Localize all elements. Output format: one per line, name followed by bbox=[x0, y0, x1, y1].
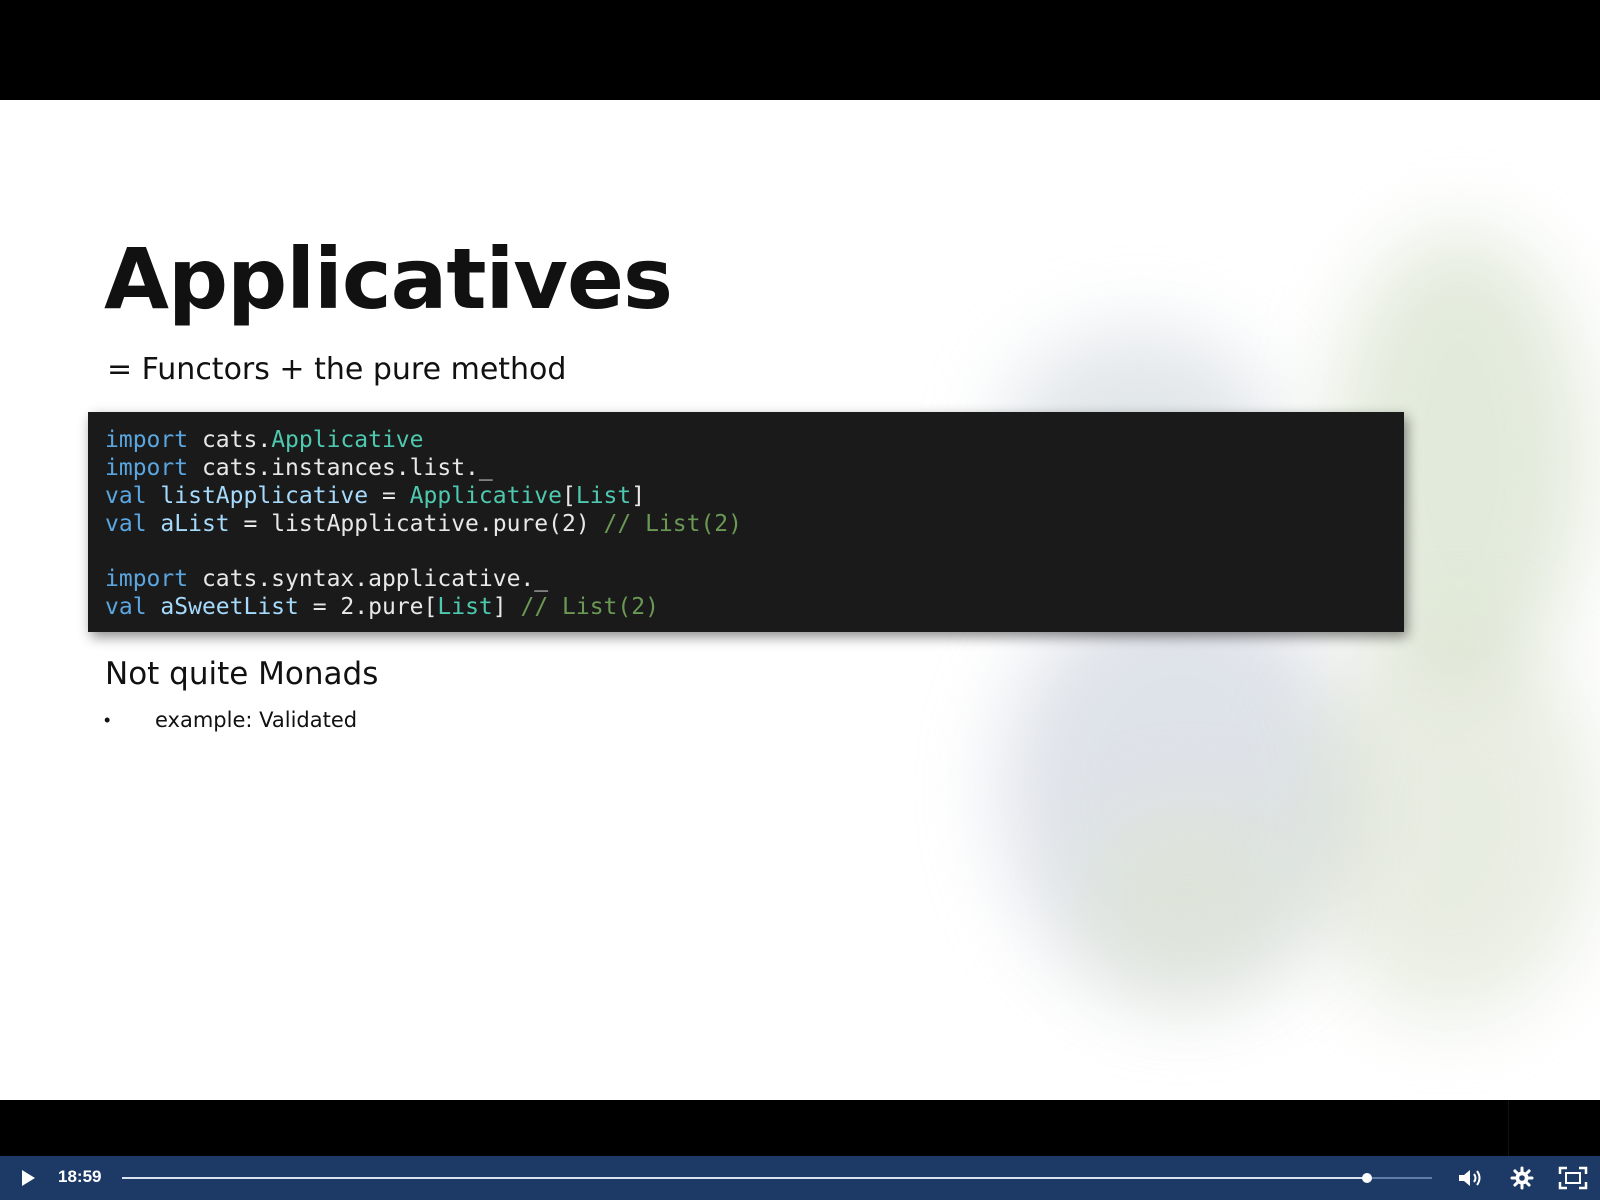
code-line: import cats.instances.list._ bbox=[105, 454, 1404, 482]
bullet-item: example: Validated bbox=[155, 708, 358, 732]
current-time: 18:59 bbox=[58, 1167, 102, 1186]
fullscreen-icon[interactable] bbox=[1558, 1166, 1588, 1190]
code-type: List bbox=[575, 483, 632, 509]
code-text: ] bbox=[492, 594, 521, 620]
code-text: cats. bbox=[188, 427, 272, 453]
code-line: import cats.Applicative bbox=[105, 426, 1404, 454]
player-controls: 18:59 bbox=[0, 1156, 1600, 1200]
code-identifier: aList bbox=[160, 511, 230, 537]
section-heading: Not quite Monads bbox=[105, 656, 379, 692]
code-line: val aList = listApplicative.pure(2) // L… bbox=[105, 510, 1404, 538]
code-type: List bbox=[437, 594, 493, 620]
background-blur bbox=[1080, 800, 1300, 1000]
code-identifier: listApplicative bbox=[160, 483, 369, 509]
slide-title: Applicatives bbox=[104, 230, 673, 328]
progress-fill bbox=[122, 1177, 1367, 1179]
progress-bar[interactable] bbox=[122, 1173, 1432, 1183]
code-keyword: import bbox=[105, 455, 189, 481]
code-keyword: import bbox=[105, 566, 189, 592]
code-text: = listApplicative.pure(2) bbox=[229, 511, 604, 537]
code-comment: // List(2) bbox=[603, 511, 743, 537]
code-keyword: val bbox=[105, 511, 147, 537]
code-line: val listApplicative = Applicative[List] bbox=[105, 482, 1404, 510]
code-block: import cats.Applicative import cats.inst… bbox=[88, 412, 1404, 632]
slide-subtitle: = Functors + the pure method bbox=[107, 352, 567, 387]
code-keyword: import bbox=[105, 427, 189, 453]
slide: Applicatives = Functors + the pure metho… bbox=[0, 100, 1600, 1100]
code-text: = bbox=[368, 483, 410, 509]
code-line: import cats.syntax.applicative._ bbox=[105, 565, 1404, 593]
code-type: Applicative bbox=[409, 483, 562, 509]
volume-icon[interactable] bbox=[1456, 1166, 1486, 1190]
progress-thumb[interactable] bbox=[1361, 1173, 1372, 1183]
code-text: = 2.pure[ bbox=[298, 594, 438, 620]
gear-icon[interactable] bbox=[1510, 1166, 1534, 1190]
code-text: cats.instances.list._ bbox=[188, 455, 493, 481]
code-comment: // List(2) bbox=[520, 594, 659, 620]
play-icon[interactable] bbox=[18, 1168, 38, 1188]
code-text: [ bbox=[562, 483, 576, 509]
code-line: val aSweetList = 2.pure[List] // List(2) bbox=[105, 593, 1404, 621]
code-type: Applicative bbox=[271, 427, 424, 453]
code-identifier: aSweetList bbox=[160, 594, 299, 620]
code-text: ] bbox=[631, 483, 646, 509]
code-text: cats.syntax.applicative._ bbox=[188, 566, 549, 592]
code-keyword: val bbox=[105, 483, 147, 509]
bullet-marker: • bbox=[104, 710, 111, 730]
background-blur bbox=[1300, 620, 1600, 1020]
code-keyword: val bbox=[105, 594, 147, 620]
divider bbox=[1508, 1100, 1509, 1156]
